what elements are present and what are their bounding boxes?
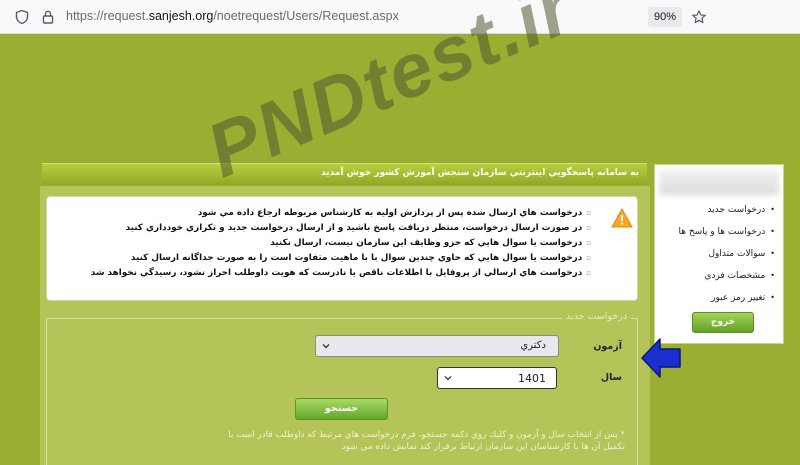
shield-icon[interactable]	[14, 9, 30, 25]
notice-item: ▫درخواست يا سوال هايي كه حاوي چندين سوال…	[130, 253, 591, 263]
browser-address-bar: https://request.sanjesh.org/noetrequest/…	[0, 0, 800, 34]
bullet-icon: ▫	[586, 254, 591, 262]
notice-item: ▫درخواست يا سوال هايي كه جزو وظايف اين س…	[270, 238, 591, 248]
notice-box: ▫درخواست هاي ارسال شده پس از پردازش اولي…	[46, 196, 638, 301]
lock-icon[interactable]	[40, 9, 56, 25]
year-select-value: 1401	[518, 372, 546, 385]
notice-item: ▫درخواست هاي ارسالي از پروفايل با اطلاعا…	[90, 268, 591, 278]
exam-select[interactable]: دكتري	[315, 335, 559, 357]
welcome-header: به سامانه پاسخگويي اينترنتي سازمان سنجش …	[42, 163, 647, 185]
welcome-text: به سامانه پاسخگويي اينترنتي سازمان سنجش …	[321, 168, 639, 178]
sidebar-items: درخواست جديد درخواست ها و پاسخ ها سوالات…	[655, 199, 783, 309]
sidebar-item-new-request[interactable]: درخواست جديد	[655, 199, 783, 221]
bullet-icon: ▫	[586, 239, 591, 247]
bullet-icon: ▫	[586, 224, 591, 232]
fieldset-legend: درخواست جديد	[561, 311, 631, 322]
exit-button[interactable]: خروج	[692, 312, 754, 333]
year-label: سال	[600, 372, 622, 383]
sidebar-menu: درخواست جديد درخواست ها و پاسخ ها سوالات…	[654, 164, 784, 344]
sidebar-item-faq[interactable]: سوالات متداول	[655, 243, 783, 265]
warning-icon	[611, 208, 633, 228]
sidebar-header	[659, 169, 779, 195]
url-field[interactable]: https://request.sanjesh.org/noetrequest/…	[66, 9, 399, 23]
bullet-icon: ▫	[586, 209, 591, 217]
search-button[interactable]: جستجو	[295, 398, 388, 420]
exam-label: آزمون	[593, 341, 622, 352]
sidebar-item-change-password[interactable]: تغيير رمز عبور	[655, 287, 783, 309]
notice-list: ▫درخواست هاي ارسال شده پس از پردازش اولي…	[91, 206, 591, 281]
exam-select-value: دكتري	[520, 340, 546, 351]
arrow-icon	[641, 338, 681, 378]
star-icon[interactable]	[691, 9, 707, 25]
sidebar-item-requests-answers[interactable]: درخواست ها و پاسخ ها	[655, 221, 783, 243]
notice-item: ▫در صورت ارسال درخواست، منتظر دريافت پاس…	[125, 223, 591, 233]
notice-item: ▫درخواست هاي ارسال شده پس از پردازش اولي…	[197, 208, 591, 218]
chevron-down-icon	[444, 376, 452, 381]
chevron-down-icon	[322, 344, 330, 349]
year-select[interactable]: 1401	[437, 367, 557, 389]
bullet-icon: ▫	[586, 269, 591, 277]
sidebar-item-profile[interactable]: مشخصات فردي	[655, 265, 783, 287]
zoom-level-button[interactable]: 90%	[648, 7, 682, 27]
search-hint: * پس از انتخاب سال و آزمون و كليك روي دك…	[228, 430, 625, 452]
